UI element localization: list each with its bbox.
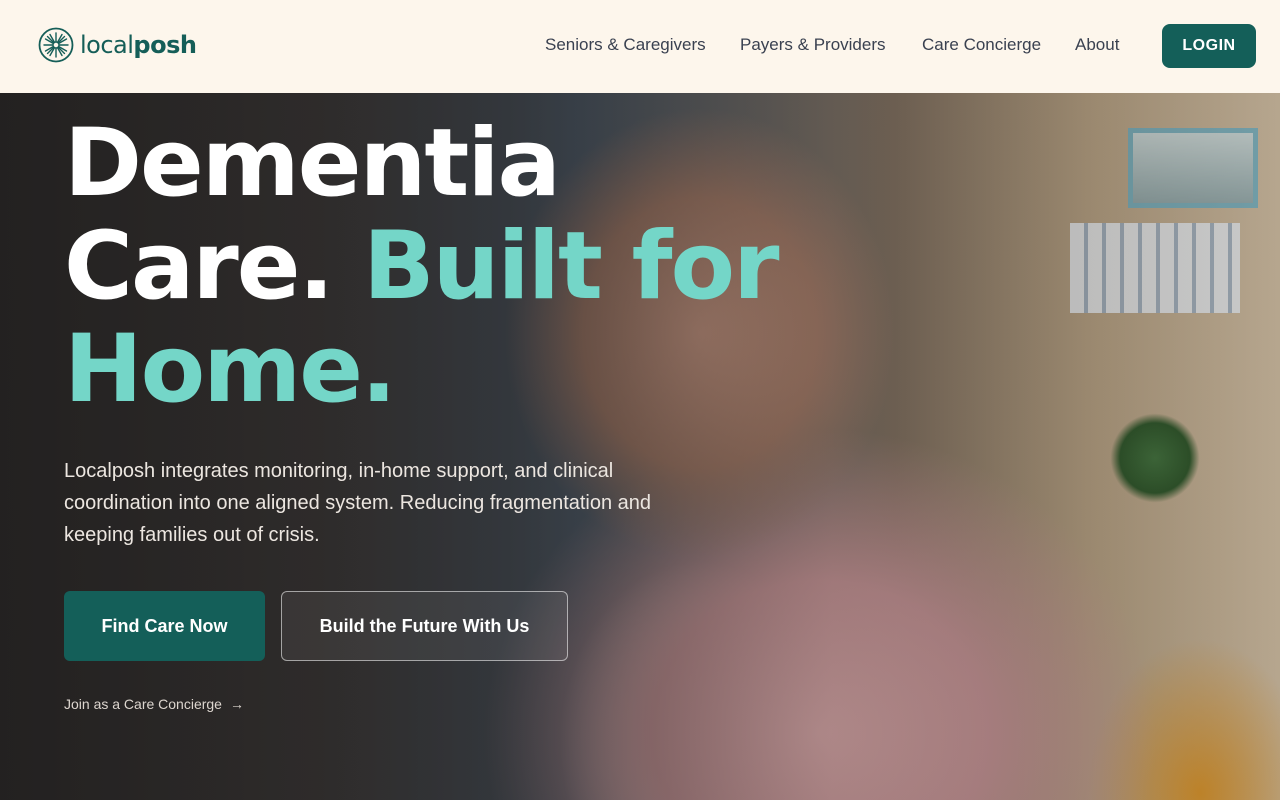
hero-subtext: Localposh integrates monitoring, in-home… [64, 460, 652, 546]
join-care-concierge-label: Join as a Care Concierge [64, 696, 222, 712]
login-button[interactable]: LOGIN [1162, 24, 1256, 68]
logo-wordmark: localposh [80, 31, 197, 59]
build-future-button[interactable]: Build the Future With Us [281, 591, 568, 661]
headline-line-3-accent: Home. [64, 315, 397, 424]
headline-line-2-accent: Built for [362, 212, 780, 321]
headline-line-2-white: Care. [64, 212, 334, 321]
nav-care-concierge[interactable]: Care Concierge [922, 35, 1041, 55]
nav-seniors-caregivers[interactable]: Seniors & Caregivers [545, 35, 706, 55]
logo-link[interactable]: localposh [38, 27, 197, 63]
join-care-concierge-link[interactable]: Join as a Care Concierge → [64, 696, 244, 712]
hero-headline: Dementia Care. Built for Home. [64, 112, 784, 421]
nav-payers-providers[interactable]: Payers & Providers [740, 35, 886, 55]
arrow-right-icon: → [229, 696, 244, 712]
logo-text-regular: local [80, 31, 134, 59]
find-care-now-button[interactable]: Find Care Now [64, 591, 265, 661]
headline-line-1: Dementia [64, 109, 561, 218]
nav-about[interactable]: About [1075, 35, 1119, 55]
logo-text-bold: posh [133, 31, 197, 59]
starburst-logo-icon [38, 27, 74, 63]
site-header: localposh Seniors & Caregivers Payers & … [0, 0, 1280, 93]
